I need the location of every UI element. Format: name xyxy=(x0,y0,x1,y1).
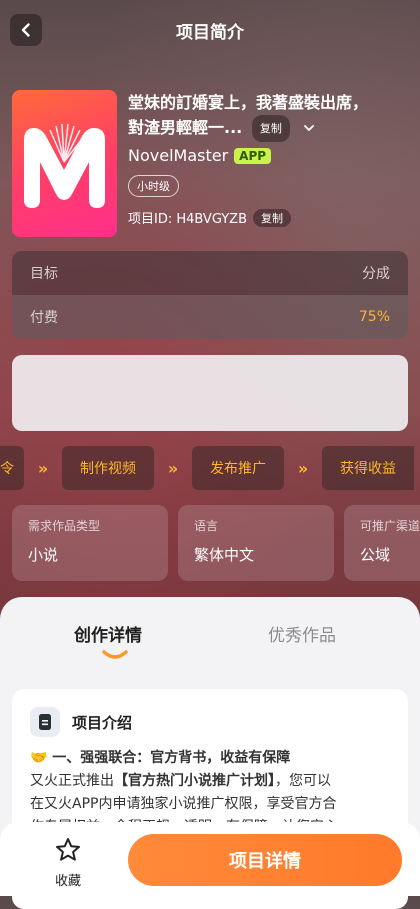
copy-id-button[interactable]: 复制 xyxy=(253,208,292,227)
copy-title-button[interactable]: 复制 xyxy=(251,115,290,142)
intro-line1-highlight: 【官方热门小说推广计划】 xyxy=(114,773,275,789)
info-key: 需求作品类型 xyxy=(28,519,101,533)
tab-indicator-icon xyxy=(102,650,128,659)
brand-row: NovelMaster APP xyxy=(128,146,272,165)
flow-step-publish: 发布推广 xyxy=(192,446,284,490)
info-key: 可推广渠道 xyxy=(360,519,420,533)
intro-title: 项目介绍 xyxy=(72,713,133,732)
intro-line1-post: ，您可以 xyxy=(275,773,331,789)
flow-step-earn: 获得收益 xyxy=(322,446,414,490)
project-title-line1: 堂妹的訂婚宴上，我著盛裝出席， xyxy=(128,93,369,112)
flow-step-make-video: 制作视频 xyxy=(62,446,154,490)
stats-row-target: 目标 分成 xyxy=(12,251,408,295)
placeholder-card xyxy=(12,355,408,431)
intro-line1: 又火正式推出【官方热门小说推广计划】，您可以 xyxy=(30,770,400,793)
favorite-button[interactable]: 收藏 xyxy=(40,836,96,889)
info-value: 公域 xyxy=(360,546,391,564)
document-icon xyxy=(30,707,60,737)
double-chevron-icon: » xyxy=(297,458,309,478)
intro-line1-pre: 又火正式推出 xyxy=(30,773,114,789)
brand-name: NovelMaster xyxy=(128,146,229,165)
novelmaster-logo-icon xyxy=(24,123,105,208)
info-value: 繁体中文 xyxy=(194,546,255,564)
intro-header: 项目介绍 xyxy=(30,707,132,737)
project-title: 堂妹的訂婚宴上，我著盛裝出席， 對渣男輕輕一... 复制 xyxy=(128,90,408,142)
star-icon xyxy=(56,838,80,861)
info-cards: 需求作品类型 小说 语言 繁体中文 可推广渠道 公域 xyxy=(12,505,420,581)
expand-title-button[interactable] xyxy=(303,116,315,141)
project-id: 项目ID: H4BVGYZB xyxy=(128,212,248,227)
stats-label-paid: 付费 xyxy=(30,310,58,326)
double-chevron-icon: » xyxy=(37,458,49,478)
favorite-label: 收藏 xyxy=(54,874,81,889)
stats-share-value: 75% xyxy=(358,309,390,325)
info-value: 小说 xyxy=(28,546,59,564)
info-card-type: 需求作品类型 小说 xyxy=(12,505,168,581)
info-card-channel: 可推广渠道 公域 xyxy=(344,505,420,581)
cover-image[interactable] xyxy=(12,90,117,237)
duration-tag: 小时级 xyxy=(128,175,179,197)
bottom-action-bar: 收藏 项目详情 xyxy=(0,822,420,896)
project-id-row: 项目ID: H4BVGYZB 复制 xyxy=(128,208,292,227)
stats-card: 目标 分成 付费 75% xyxy=(12,251,408,339)
stats-label-share: 分成 xyxy=(362,266,390,282)
intro-heading: 🤝 一、强强联合：官方背书，收益有保障 xyxy=(30,750,291,766)
stats-label-target: 目标 xyxy=(30,266,58,282)
info-card-language: 语言 繁体中文 xyxy=(178,505,334,581)
header: 项目简介 xyxy=(0,0,420,62)
flow-step-0: 令 xyxy=(0,446,24,490)
project-details-button[interactable]: 项目详情 xyxy=(128,834,402,886)
chevron-down-icon xyxy=(304,125,315,132)
info-key: 语言 xyxy=(194,519,219,533)
process-flow: 令 » 制作视频 » 发布推广 » 获得收益 xyxy=(0,446,420,490)
double-chevron-icon: » xyxy=(167,458,179,478)
tab-creation-details[interactable]: 创作详情 xyxy=(74,621,142,646)
page-title: 项目简介 xyxy=(176,23,244,43)
project-title-line2: 對渣男輕輕一... xyxy=(128,118,243,137)
stats-row-paid: 付费 75% xyxy=(12,295,408,339)
app-badge: APP xyxy=(234,147,272,164)
intro-line2: 在又火APP内申请独家小说推广权限，享受官方合 xyxy=(30,796,337,812)
tab-excellent-works[interactable]: 优秀作品 xyxy=(268,621,336,646)
